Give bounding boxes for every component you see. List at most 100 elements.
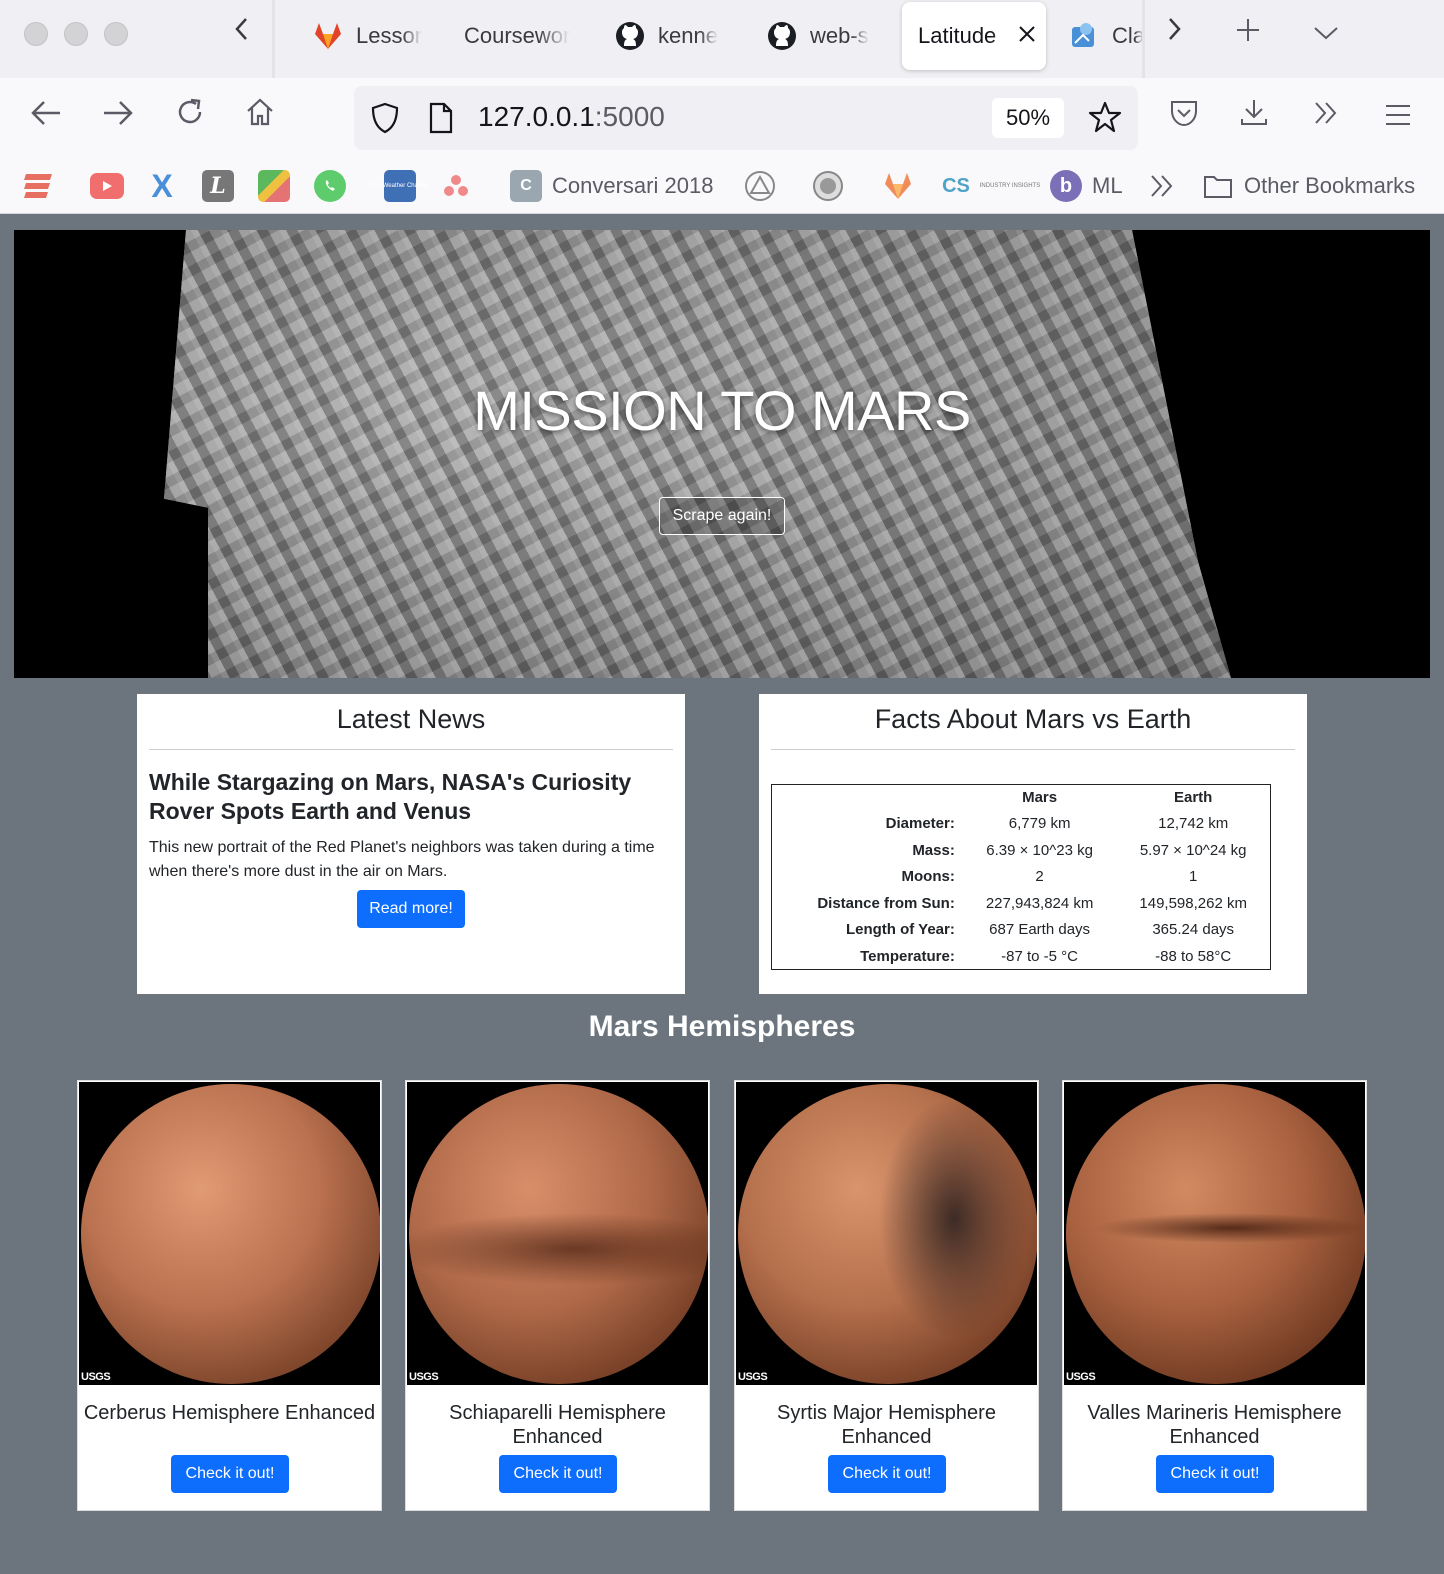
whatsapp-icon: [314, 170, 346, 202]
bookmark-weather-channel[interactable]: The Weather Channel: [371, 170, 429, 202]
url-text[interactable]: 127.0.0.1:5000: [478, 101, 665, 133]
reload-button[interactable]: [168, 96, 212, 140]
hemisphere-image[interactable]: USGS: [79, 1082, 380, 1385]
page-icon[interactable]: [428, 102, 454, 139]
table-header-row: Mars Earth: [772, 785, 1271, 811]
cs-icon: CS: [942, 174, 970, 197]
tab-lessons[interactable]: Lessor: [312, 12, 430, 60]
bookmark-industry-insights[interactable]: INDUSTRY INSIGHTS: [980, 170, 1040, 202]
tab-label: Coursewor: [464, 23, 571, 48]
bookmark-cs[interactable]: CS: [940, 170, 972, 202]
table-row: Length of Year: 687 Earth days 365.24 days: [772, 917, 1271, 944]
earth-value: -88 to 58°C: [1155, 947, 1232, 965]
bookmark-triangle[interactable]: [744, 170, 776, 202]
url-host: 127.0.0.1: [478, 101, 595, 132]
table-row: Diameter: 6,779 km 12,742 km: [772, 811, 1271, 838]
mars-globe: [738, 1084, 1037, 1384]
tab-active[interactable]: Latitude: [902, 2, 1046, 70]
check-it-out-button[interactable]: Check it out!: [828, 1455, 946, 1493]
usgs-logo: USGS: [409, 1371, 439, 1383]
chevron-right-icon: [1169, 18, 1181, 40]
tab-label: Cla: [1112, 23, 1144, 48]
tab-coursework[interactable]: Coursewor: [464, 12, 580, 60]
hamburger-menu-icon: [1386, 105, 1410, 125]
close-tab-icon[interactable]: [1018, 23, 1036, 49]
minimize-window-button[interactable]: [64, 22, 88, 46]
youtube-icon: [90, 173, 124, 199]
scroll-tabs-right-button[interactable]: [1156, 14, 1192, 54]
tab-separator: [272, 0, 275, 78]
bookmark-state-seal[interactable]: [812, 170, 844, 202]
more-bookmarks-button[interactable]: [1146, 170, 1178, 202]
forward-button[interactable]: [96, 96, 140, 140]
bookmark-star-icon[interactable]: [1088, 100, 1122, 139]
latest-news-heading: Latest News: [336, 704, 486, 734]
plus-icon: [1237, 19, 1259, 41]
tab-bar: Lessor Coursewor kenne web-s Latitude Cl…: [0, 0, 1444, 78]
tab-github-web-scraping[interactable]: web-s: [766, 12, 878, 60]
mars-globe: [1066, 1084, 1365, 1384]
usgs-logo: USGS: [1066, 1371, 1096, 1383]
read-more-button[interactable]: Read more!: [357, 890, 465, 928]
download-icon: [1241, 100, 1267, 125]
hemisphere-image[interactable]: USGS: [1064, 1082, 1365, 1385]
close-window-button[interactable]: [24, 22, 48, 46]
hemisphere-image[interactable]: USGS: [736, 1082, 1037, 1385]
bookmark-ml[interactable]: b ML: [1050, 170, 1123, 202]
pocket-button[interactable]: [1162, 96, 1206, 140]
check-it-out-button[interactable]: Check it out!: [1156, 1455, 1274, 1493]
maps-icon: [258, 170, 290, 202]
triangle-logo-icon: [744, 170, 776, 202]
mars-globe: [409, 1084, 708, 1384]
row-label: Diameter:: [885, 815, 955, 833]
arrow-right-icon: [104, 101, 133, 125]
page-title: MISSION TO MARS: [473, 379, 971, 442]
downloads-button[interactable]: [1232, 96, 1276, 140]
table-row: Mass: 6.39 × 10^23 kg 5.97 × 10^24 kg: [772, 837, 1271, 864]
tab-cla[interactable]: Cla: [1068, 12, 1144, 60]
hemisphere-card-cerberus: USGS Cerberus Hemisphere Enhanced Check …: [77, 1080, 382, 1511]
scrape-again-button[interactable]: Scrape again!: [659, 497, 785, 535]
x-icon: X: [151, 167, 173, 204]
maximize-window-button[interactable]: [104, 22, 128, 46]
divider: [771, 749, 1295, 750]
mars-value: 687 Earth days: [989, 921, 1091, 939]
new-tab-button[interactable]: [1230, 14, 1266, 54]
bookmark-asana[interactable]: [440, 170, 472, 202]
shield-icon[interactable]: [370, 102, 400, 139]
chevron-left-icon: [235, 18, 247, 40]
other-bookmarks-folder[interactable]: Other Bookmarks: [1202, 170, 1415, 202]
bookmark-label: Other Bookmarks: [1244, 173, 1416, 198]
hemisphere-image[interactable]: USGS: [407, 1082, 708, 1385]
row-label: Temperature:: [860, 947, 955, 965]
bookmark-whatsapp[interactable]: [314, 170, 346, 202]
latest-news-card: Latest News While Stargazing on Mars, NA…: [137, 694, 685, 994]
back-button[interactable]: [24, 96, 68, 140]
bookmark-label: ML: [1092, 173, 1123, 198]
url-bar[interactable]: 127.0.0.1:5000 50%: [354, 86, 1138, 150]
earth-value: 365.24 days: [1152, 921, 1235, 939]
hemisphere-card-syrtis-major: USGS Syrtis Major Hemisphere Enhanced Ch…: [734, 1080, 1039, 1511]
bookmark-x[interactable]: X: [146, 167, 178, 204]
tab-github-kenne[interactable]: kenne: [614, 12, 726, 60]
bookmark-l[interactable]: L: [202, 170, 234, 202]
scroll-tabs-left-button[interactable]: [224, 14, 260, 54]
app-menu-button[interactable]: [1376, 96, 1420, 140]
table-header-blank: [772, 785, 963, 811]
check-it-out-button[interactable]: Check it out!: [499, 1455, 617, 1493]
hemispheres-heading: Mars Hemispheres: [588, 1010, 856, 1043]
bookmark-youtube[interactable]: [90, 170, 124, 202]
list-all-tabs-button[interactable]: [1308, 14, 1344, 54]
zoom-level-button[interactable]: 50%: [992, 98, 1064, 138]
bookmark-conversari[interactable]: C Conversari 2018: [510, 170, 713, 202]
gitlab-icon: [312, 20, 344, 52]
more-tools-button[interactable]: [1304, 96, 1348, 140]
bookmark-gitlab[interactable]: [882, 170, 914, 202]
home-button[interactable]: [238, 96, 282, 140]
check-it-out-button[interactable]: Check it out!: [171, 1455, 289, 1493]
mars-value: 227,943,824 km: [985, 894, 1094, 912]
usgs-logo: USGS: [81, 1371, 111, 1383]
bookmark-maps[interactable]: [258, 170, 290, 202]
bookmark-1[interactable]: [22, 170, 54, 202]
row-label: Mass:: [912, 841, 955, 859]
